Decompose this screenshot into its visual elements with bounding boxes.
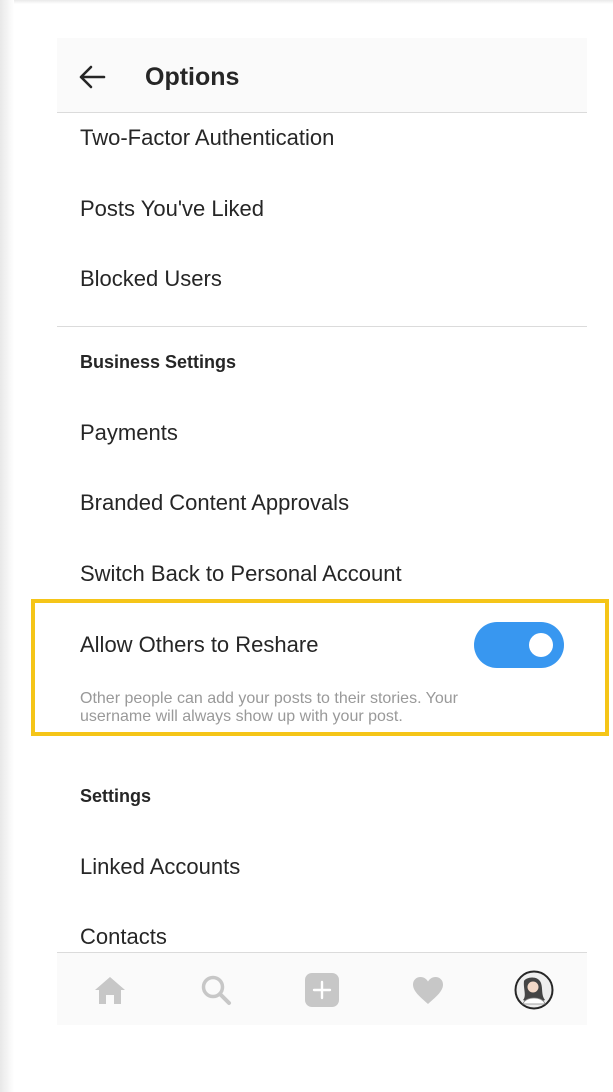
options-screen: Options Two-Factor Authentication Posts …	[57, 38, 587, 1025]
tab-add-post[interactable]	[292, 953, 352, 1025]
contacts-item[interactable]: Contacts	[80, 923, 167, 951]
section-divider	[57, 326, 587, 327]
payments-item[interactable]: Payments	[80, 419, 178, 447]
allow-others-to-reshare-label: Allow Others to Reshare	[80, 632, 319, 657]
switch-to-personal-account-item[interactable]: Switch Back to Personal Account	[80, 560, 402, 588]
options-header: Options	[57, 38, 587, 113]
branded-content-approvals-item[interactable]: Branded Content Approvals	[80, 489, 349, 517]
profile-avatar-icon	[514, 970, 554, 1009]
tab-profile[interactable]	[504, 953, 564, 1025]
arrow-left-icon	[79, 65, 106, 89]
allow-reshare-toggle[interactable]	[474, 622, 564, 668]
tab-home[interactable]	[80, 953, 140, 1025]
two-factor-authentication-item[interactable]: Two-Factor Authentication	[80, 124, 334, 152]
toggle-knob	[529, 633, 553, 657]
bottom-tab-bar	[57, 952, 587, 1025]
blocked-users-item[interactable]: Blocked Users	[80, 265, 222, 293]
window-frame-left	[0, 0, 14, 1092]
linked-accounts-item[interactable]: Linked Accounts	[80, 853, 240, 881]
posts-youve-liked-item[interactable]: Posts You've Liked	[80, 195, 264, 223]
business-settings-section-title: Business Settings	[80, 352, 237, 372]
search-icon	[201, 975, 231, 1005]
reshare-description: Other people can add your posts to their…	[80, 690, 459, 725]
add-post-icon	[305, 972, 339, 1007]
heart-icon	[413, 976, 443, 1004]
tab-search[interactable]	[186, 953, 246, 1025]
window-frame-top	[0, 0, 613, 4]
page-title: Options	[145, 63, 240, 91]
tab-activity[interactable]	[398, 953, 458, 1025]
back-button[interactable]	[77, 62, 107, 92]
home-icon	[95, 976, 125, 1004]
settings-section-title: Settings	[80, 786, 152, 806]
